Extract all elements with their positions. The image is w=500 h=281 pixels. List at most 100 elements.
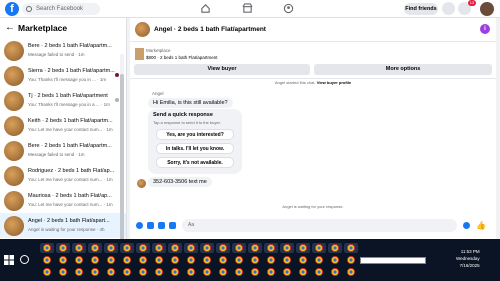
quick-reply-not-available[interactable]: Sorry, it's not available. [156,157,234,168]
chrome-icon[interactable] [184,267,198,277]
system-clock[interactable]: 11:53 PM Wednesday 7/16/2025 [456,248,480,269]
chrome-icon[interactable] [152,267,166,277]
groups-icon[interactable] [283,3,294,14]
chrome-icon[interactable] [232,243,246,253]
chrome-icon[interactable] [56,243,70,253]
quick-reply-yes[interactable]: Yes, are you interested? [156,129,234,140]
chrome-icon[interactable] [312,267,326,277]
listing-price[interactable]: $800 · 2 beds 1 bath Flat/apartment [146,55,218,60]
thumbs-up-icon[interactable]: 👍 [476,222,486,230]
chrome-icon[interactable] [136,255,150,265]
chrome-icon[interactable] [280,243,294,253]
chrome-icon[interactable] [328,267,342,277]
chrome-icon[interactable] [72,267,86,277]
chrome-icon[interactable] [152,243,166,253]
chrome-icon[interactable] [344,255,358,265]
chrome-icon[interactable] [120,243,134,253]
marketplace-icon[interactable] [242,3,253,14]
message-input[interactable]: Aa [182,219,457,232]
chrome-icon[interactable] [216,267,230,277]
conversation-item[interactable]: Keith · 2 beds 1 bath Flat/apartm... You:… [0,113,126,138]
chrome-icon[interactable] [72,243,86,253]
chrome-icon[interactable] [40,267,54,277]
conversation-item[interactable]: Bere · 2 beds 1 bath Flat/apartm... Messa… [0,138,126,163]
chrome-icon[interactable] [152,255,166,265]
microphone-icon[interactable] [136,222,143,229]
chrome-icon[interactable] [232,255,246,265]
profile-avatar[interactable] [480,2,494,16]
chrome-icon[interactable] [312,255,326,265]
chrome-icon[interactable] [136,243,150,253]
chrome-icon[interactable] [72,255,86,265]
chrome-icon[interactable] [296,267,310,277]
chrome-icon[interactable] [120,267,134,277]
chrome-icon[interactable] [56,267,70,277]
chrome-icon[interactable] [296,243,310,253]
menu-grid-icon[interactable] [442,2,455,15]
chrome-icon[interactable] [328,255,342,265]
view-buyer-button[interactable]: View buyer [134,64,310,75]
avatar [135,22,150,37]
chrome-icon[interactable] [88,267,102,277]
chat-title[interactable]: Angel · 2 beds 1 bath Flat/apartment [154,26,266,33]
chrome-icon[interactable] [184,243,198,253]
chrome-icon[interactable] [200,243,214,253]
chrome-icon[interactable] [200,267,214,277]
chrome-icon[interactable] [248,243,262,253]
chrome-icon[interactable] [264,255,278,265]
scrollbar-thumb[interactable] [120,74,124,244]
chrome-icon[interactable] [120,255,134,265]
chrome-icon[interactable] [328,243,342,253]
chrome-icon[interactable] [296,255,310,265]
chrome-icon[interactable] [40,243,54,253]
conversation-item[interactable]: Tj · 2 beds 1 bath Flat/apartment You: Th… [0,88,126,113]
chrome-icon[interactable] [232,267,246,277]
view-buyer-profile-link[interactable]: View buyer profile [317,80,351,85]
chrome-icon[interactable] [264,267,278,277]
chrome-icon[interactable] [40,255,54,265]
chrome-icon[interactable] [264,243,278,253]
find-friends-button[interactable]: Find friends [404,3,438,15]
info-icon[interactable]: i [480,24,490,34]
sticker-icon[interactable] [158,222,165,229]
chrome-icon[interactable] [344,267,358,277]
chrome-icon[interactable] [280,267,294,277]
chrome-icon[interactable] [184,255,198,265]
conversation-item[interactable]: Bere · 2 beds 1 bath Flat/apartm... Messa… [0,38,126,63]
emoji-icon[interactable] [463,222,470,229]
photo-icon[interactable] [147,222,154,229]
more-options-button[interactable]: More options [314,64,492,75]
chrome-icon[interactable] [200,255,214,265]
sidebar-scrollbar[interactable] [120,54,124,254]
chrome-icon[interactable] [280,255,294,265]
conversation-item[interactable]: Rodriguez · 2 beds 1 bath Flat/ap... You:… [0,163,126,188]
conversation-item[interactable]: Sierra · 2 beds 1 bath Flat/apartm... You… [0,63,126,88]
taskbar-search-input[interactable] [360,257,426,264]
chrome-icon[interactable] [216,243,230,253]
chrome-icon[interactable] [56,255,70,265]
conversation-item-selected[interactable]: Angel · 2 beds 1 bath Flat/apart... Angel… [0,213,126,238]
chrome-icon[interactable] [136,267,150,277]
chrome-icon[interactable] [248,255,262,265]
chrome-icon[interactable] [248,267,262,277]
quick-reply-in-talks[interactable]: In talks. I'll let you know. [156,143,234,154]
chrome-icon[interactable] [88,255,102,265]
gif-icon[interactable] [169,222,176,229]
chrome-icon[interactable] [104,243,118,253]
windows-start-icon[interactable] [4,255,14,265]
search-icon[interactable] [20,255,29,264]
home-icon[interactable] [200,3,211,14]
chrome-icon[interactable] [168,255,182,265]
chrome-icon[interactable] [104,267,118,277]
chrome-icon[interactable] [104,255,118,265]
chrome-icon[interactable] [168,243,182,253]
chrome-icon[interactable] [216,255,230,265]
search-input[interactable]: Search Facebook [22,3,100,15]
chrome-icon[interactable] [344,243,358,253]
chrome-icon[interactable] [312,243,326,253]
conversation-item[interactable]: Mauriosa · 2 beds 1 bath Flat/ap... You: … [0,188,126,213]
chrome-icon[interactable] [88,243,102,253]
chrome-icon[interactable] [168,267,182,277]
facebook-logo-icon[interactable]: f [5,2,19,16]
back-arrow-icon[interactable]: ← [5,18,15,38]
